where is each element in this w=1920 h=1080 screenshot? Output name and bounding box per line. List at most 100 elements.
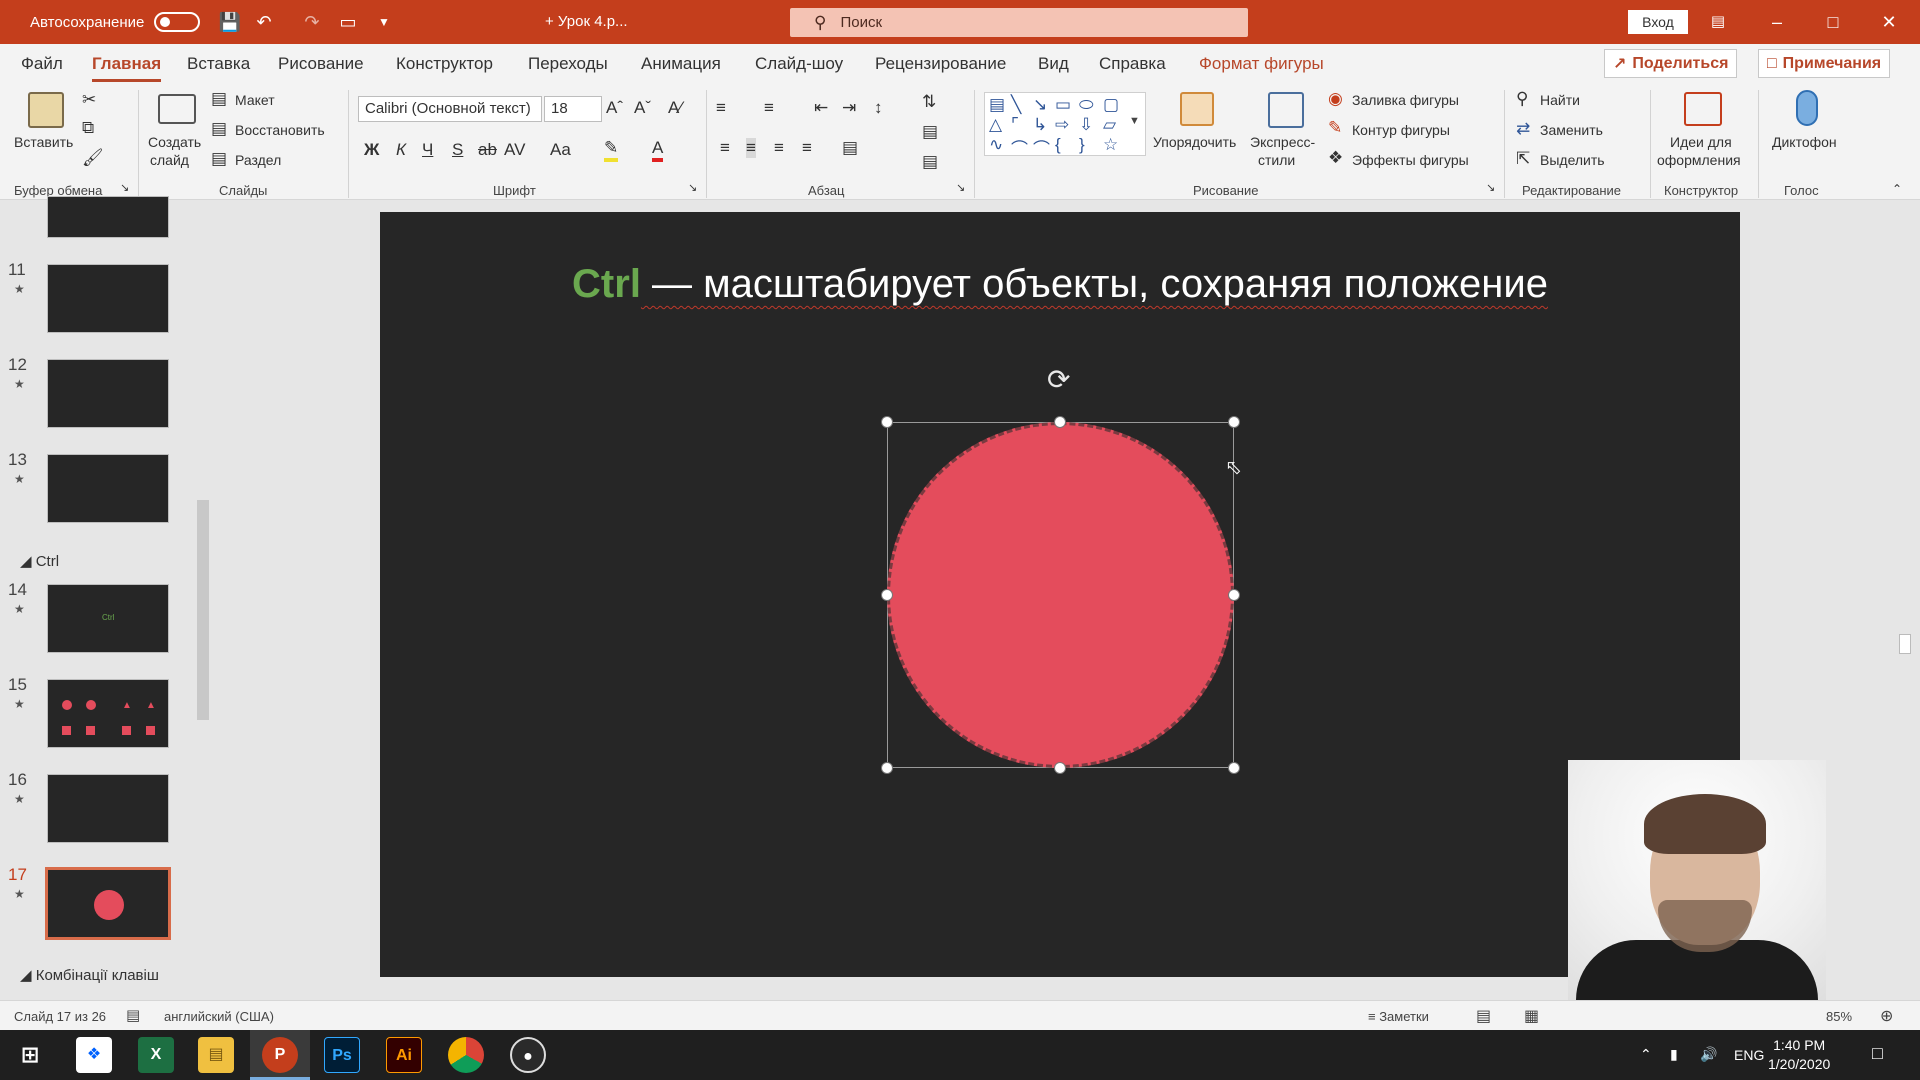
maximize-icon[interactable]: □ <box>1818 8 1848 36</box>
shadow-button[interactable]: S <box>452 140 463 160</box>
slide-thumbnail-12[interactable] <box>47 359 169 428</box>
red-circle-shape[interactable] <box>887 422 1234 768</box>
right-arrow-shape-icon[interactable]: ⇨ <box>1055 115 1069 135</box>
align-center-icon[interactable]: ≡ <box>746 138 756 158</box>
elbow-connector-icon[interactable]: ⌜ <box>1011 115 1019 135</box>
triangle-shape-icon[interactable]: △ <box>989 115 1002 135</box>
undo-icon[interactable]: ↶ <box>252 10 276 34</box>
left-brace-shape-icon[interactable]: { <box>1055 135 1061 155</box>
system-clock[interactable]: 1:40 PM 1/20/2020 <box>1768 1036 1830 1074</box>
align-text-icon[interactable]: ▤ <box>922 122 938 142</box>
slide-thumbnail-13[interactable] <box>47 454 169 523</box>
search-box[interactable]: ⚲ Поиск <box>790 8 1248 37</box>
login-button[interactable]: Вход <box>1628 10 1688 34</box>
tab-slideshow[interactable]: Слайд-шоу <box>755 54 843 74</box>
slide-title[interactable]: Ctrl — масштабирует объекты, сохраняя по… <box>380 262 1740 307</box>
strikethrough-icon[interactable]: ab <box>478 140 497 160</box>
increase-indent-icon[interactable]: ⇥ <box>842 98 856 118</box>
section-header-ctrl[interactable]: ◢ Ctrl <box>20 552 59 570</box>
normal-view-icon[interactable]: ▤ <box>1476 1006 1491 1026</box>
ribbon-display-icon[interactable]: ▤ <box>1703 8 1733 36</box>
notes-toggle[interactable]: ≡ Заметки <box>1368 1009 1429 1024</box>
save-icon[interactable]: 💾 <box>218 10 242 34</box>
windows-start-icon[interactable]: ⊞ <box>12 1037 48 1073</box>
slide-thumbnail-16[interactable] <box>47 774 169 843</box>
highlight-icon[interactable]: ✎ <box>604 138 619 162</box>
down-arrow-shape-icon[interactable]: ⇩ <box>1079 115 1093 135</box>
collapse-ribbon-icon[interactable]: ⌃ <box>1892 182 1902 196</box>
columns-icon[interactable]: ▤ <box>842 138 858 158</box>
smartart-icon[interactable]: ▤ <box>922 152 938 172</box>
copy-icon[interactable]: ⧉ <box>82 118 94 138</box>
font-size-field[interactable]: 18 <box>544 96 602 122</box>
input-language[interactable]: ENG <box>1734 1047 1764 1063</box>
slide-thumbnail-15[interactable]: ▲ ▲ <box>47 679 169 748</box>
underline-button[interactable]: Ч <box>422 140 433 160</box>
tab-design[interactable]: Конструктор <box>396 54 493 74</box>
explorer-icon[interactable]: ▤ <box>198 1037 234 1073</box>
line-spacing-icon[interactable]: ↕ <box>874 98 883 118</box>
slide-scrollbar[interactable] <box>1898 205 1912 995</box>
right-brace-shape-icon[interactable]: } <box>1079 135 1085 155</box>
slide-thumbnail-10[interactable] <box>47 196 169 238</box>
redo-icon[interactable]: ↷ <box>300 10 324 34</box>
tab-file[interactable]: Файл <box>21 54 63 74</box>
arc-shape-icon[interactable]: ⌒ <box>1033 135 1050 160</box>
rotate-handle-icon[interactable]: ⟳ <box>1047 363 1070 396</box>
align-left-icon[interactable]: ≡ <box>720 138 730 158</box>
line-shape-icon[interactable]: ╲ <box>1011 95 1021 115</box>
italic-button[interactable]: К <box>396 140 406 160</box>
slide-thumbnail-11[interactable] <box>47 264 169 333</box>
tab-transitions[interactable]: Переходы <box>528 54 608 74</box>
freeform-shape-icon[interactable]: ∿ <box>989 135 1003 155</box>
resize-handle-top-right[interactable] <box>1228 416 1240 428</box>
close-icon[interactable]: ✕ <box>1874 8 1904 36</box>
thumbnails-scroll-thumb[interactable] <box>197 500 209 720</box>
rectangle-shape-icon[interactable]: ▭ <box>1055 95 1071 115</box>
arrow-line-shape-icon[interactable]: ↘ <box>1033 95 1047 115</box>
flowchart-shape-icon[interactable]: ▱ <box>1103 115 1116 135</box>
decrease-indent-icon[interactable]: ⇤ <box>814 98 828 118</box>
paragraph-launcher-icon[interactable]: ↘ <box>956 181 965 194</box>
numbering-icon[interactable]: ≡ <box>764 98 774 118</box>
shapes-gallery[interactable]: ▤ ╲ ↘ ▭ ⬭ ▢ △ ⌜ ↳ ⇨ ⇩ ▱ ∿ ⌒ ⌒ { } ☆ ▼ <box>984 92 1146 159</box>
textbox-shape-icon[interactable]: ▤ <box>989 95 1005 115</box>
bullets-icon[interactable]: ≡ <box>716 98 726 118</box>
share-button[interactable]: ↗ Поделиться <box>1604 49 1738 78</box>
resize-handle-bottom[interactable] <box>1054 762 1066 774</box>
language-indicator[interactable]: английский (США) <box>164 1009 274 1024</box>
fit-slide-icon[interactable]: ⊕ <box>1880 1006 1893 1026</box>
volume-icon[interactable]: 🔊 <box>1700 1046 1717 1063</box>
justify-icon[interactable]: ≡ <box>802 138 812 158</box>
resize-handle-top-left[interactable] <box>881 416 893 428</box>
resize-handle-right[interactable] <box>1228 589 1240 601</box>
slide-scroll-thumb[interactable] <box>1899 634 1911 654</box>
resize-handle-top[interactable] <box>1054 416 1066 428</box>
tab-shape-format[interactable]: Формат фигуры <box>1199 54 1324 74</box>
rounded-rect-shape-icon[interactable]: ▢ <box>1103 95 1119 115</box>
curve-shape-icon[interactable]: ⌒ <box>1011 135 1028 160</box>
tab-home[interactable]: Главная <box>92 54 162 82</box>
bold-button[interactable]: Ж <box>364 140 379 160</box>
change-case-button[interactable]: Aa <box>550 140 571 160</box>
clipboard-launcher-icon[interactable]: ↘ <box>120 181 129 194</box>
obs-icon[interactable]: ● <box>510 1037 546 1073</box>
increase-font-icon[interactable]: Aˆ <box>606 98 623 118</box>
tab-review[interactable]: Рецензирование <box>875 54 1006 74</box>
zoom-level[interactable]: 85% <box>1826 1009 1852 1024</box>
customize-toolbar-icon[interactable]: ▼ <box>372 10 396 34</box>
cut-icon[interactable]: ✂ <box>82 90 96 110</box>
tab-animations[interactable]: Анимация <box>641 54 721 74</box>
slide-sorter-icon[interactable]: ▦ <box>1524 1006 1539 1026</box>
tab-view[interactable]: Вид <box>1038 54 1069 74</box>
char-spacing-icon[interactable]: AV <box>504 140 525 160</box>
powerpoint-icon[interactable]: P <box>262 1037 298 1073</box>
decrease-font-icon[interactable]: Aˇ <box>634 98 651 118</box>
oval-shape-icon[interactable]: ⬭ <box>1079 95 1094 115</box>
battery-icon[interactable]: ▮ <box>1670 1046 1678 1063</box>
slide-thumbnail-17[interactable] <box>45 867 171 940</box>
text-direction-icon[interactable]: ⇅ <box>922 92 936 112</box>
resize-handle-left[interactable] <box>881 589 893 601</box>
dropbox-icon[interactable]: ❖ <box>76 1037 112 1073</box>
notifications-icon[interactable]: □ <box>1872 1043 1883 1064</box>
